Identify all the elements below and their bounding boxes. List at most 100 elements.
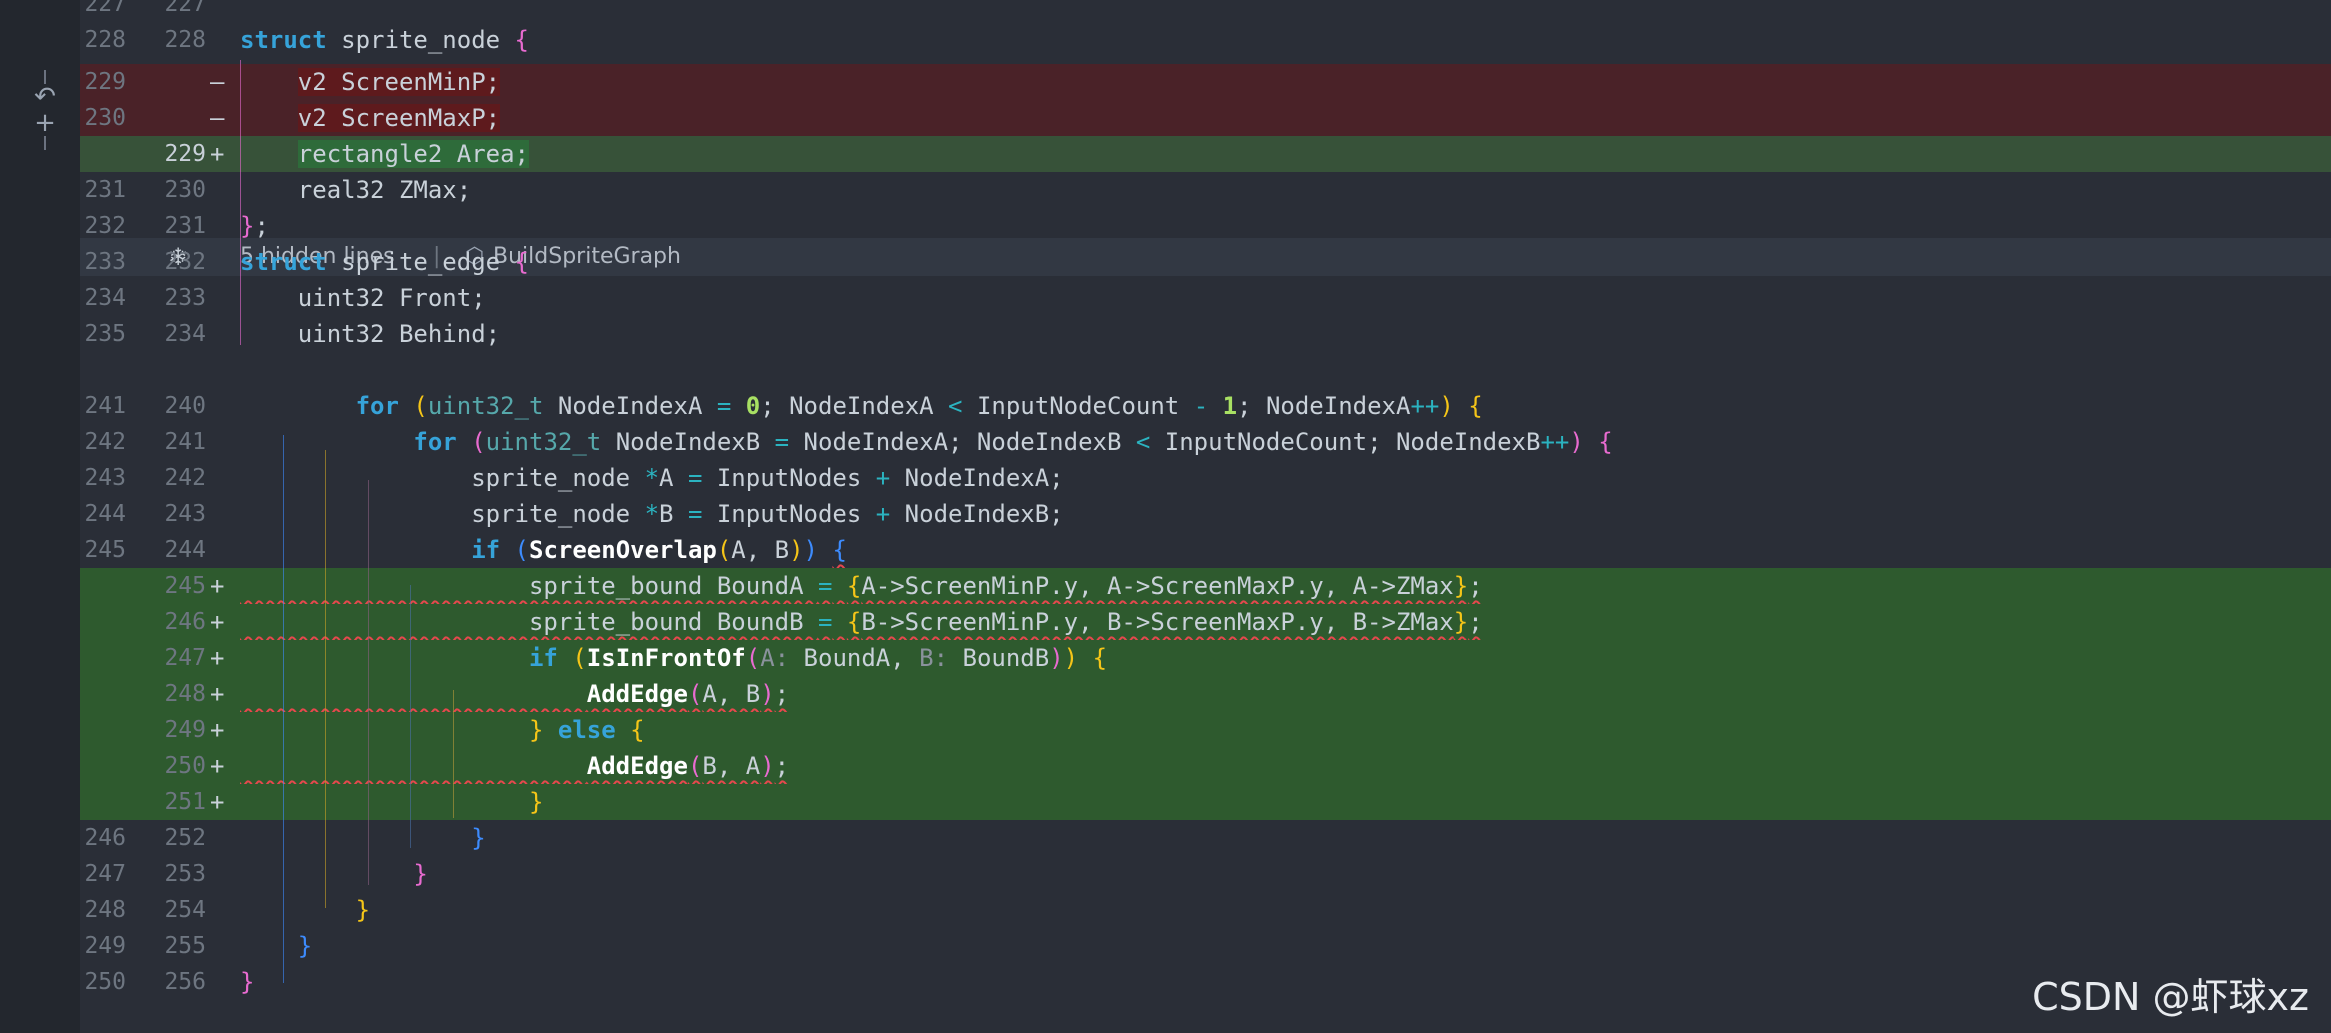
code-line[interactable]: sprite_node *B = InputNodes + NodeIndexB…	[240, 496, 1063, 532]
new-line-number: 253	[164, 861, 206, 887]
code-line[interactable]: sprite_bound BoundB = {B->ScreenMinP.y, …	[240, 604, 1483, 640]
diff-row[interactable]: 245 + sprite_bound BoundA = {A->ScreenMin…	[80, 568, 2331, 604]
code-line[interactable]: for (uint32_t NodeIndexB = NodeIndexA; N…	[240, 424, 1612, 460]
old-line-number: 247	[84, 861, 126, 887]
new-line-number: 241	[164, 429, 206, 455]
old-line-number: 229	[84, 69, 126, 95]
code-line[interactable]: sprite_node *A = InputNodes + NodeIndexA…	[240, 460, 1063, 496]
code-line[interactable]: }	[240, 856, 427, 892]
new-line-number: 247	[164, 645, 206, 671]
new-line-number: 256	[164, 969, 206, 995]
diff-row[interactable]: 242 241 for (uint32_t NodeIndexB = NodeIn…	[80, 424, 2331, 460]
diff-editor[interactable]: ❄ 5 hidden lines | ⬡ BuildSpriteGraph 22…	[80, 0, 2331, 1033]
code-line[interactable]: AddEdge(A, B);	[240, 676, 789, 712]
diff-row[interactable]: 241 240 for (uint32_t NodeIndexA = 0; Nod…	[80, 388, 2331, 424]
code-line[interactable]: }	[240, 784, 543, 820]
old-line-number	[80, 712, 126, 748]
new-line-number: 242	[164, 465, 206, 491]
diff-row[interactable]: 246 252 }	[80, 820, 2331, 856]
code-line[interactable]: real32 ZMax;	[240, 172, 471, 208]
diff-row[interactable]: 228 228 struct sprite_node {	[80, 22, 2331, 58]
code-line[interactable]: sprite_bound BoundA = {A->ScreenMinP.y, …	[240, 568, 1483, 604]
new-line-number: 252	[164, 825, 206, 851]
diff-row[interactable]: 249 + } else {	[80, 712, 2331, 748]
diff-row[interactable]: 234 233 uint32 Front;	[80, 280, 2331, 316]
diff-marker: +	[210, 140, 225, 168]
code-line[interactable]: v2 ScreenMaxP;	[240, 100, 501, 136]
diff-row[interactable]: 249 255 }	[80, 928, 2331, 964]
old-line-number: 248	[84, 897, 126, 923]
old-line-number	[80, 676, 126, 712]
indent-guide	[453, 690, 454, 818]
diff-row[interactable]: 243 242 sprite_node *A = InputNodes + Nod…	[80, 460, 2331, 496]
diff-row[interactable]: 246 + sprite_bound BoundB = {B->ScreenMin…	[80, 604, 2331, 640]
code-line[interactable]: }	[240, 928, 312, 964]
new-line-number: 232	[164, 249, 206, 275]
diff-row[interactable]: 229 + rectangle2 Area;	[80, 136, 2331, 172]
diff-row[interactable]: 247 253 }	[80, 856, 2331, 892]
old-line-number: 242	[84, 429, 126, 455]
new-line-number: 243	[164, 501, 206, 527]
code-line[interactable]: v2 ScreenMinP;	[240, 64, 501, 100]
code-line[interactable]: if (IsInFrontOf(A: BoundA, B: BoundB)) {	[240, 640, 1107, 676]
diff-row[interactable]: 233 232 struct sprite_edge {	[80, 244, 2331, 280]
new-line-number: 234	[164, 321, 206, 347]
diff-row[interactable]: 247 + if (IsInFrontOf(A: BoundA, B: Bound…	[80, 640, 2331, 676]
code-line[interactable]: }	[240, 964, 254, 1000]
new-line-number: 250	[164, 753, 206, 779]
old-line-number: 231	[84, 177, 126, 203]
expand-icon[interactable]: +	[30, 110, 60, 136]
code-line[interactable]: if (ScreenOverlap(A, B)) {	[240, 532, 847, 568]
diff-row[interactable]: 244 243 sprite_node *B = InputNodes + Nod…	[80, 496, 2331, 532]
new-line-number: 246	[164, 609, 206, 635]
old-line-number	[80, 568, 126, 604]
old-line-number	[80, 748, 126, 784]
diff-row[interactable]: 231 230 real32 ZMax;	[80, 172, 2331, 208]
code-line[interactable]: struct sprite_node {	[240, 22, 529, 58]
diff-row[interactable]: 235 234 uint32 Behind;	[80, 316, 2331, 352]
code-line[interactable]: } else {	[240, 712, 645, 748]
old-line-number: 249	[84, 933, 126, 959]
old-line-number: 241	[84, 393, 126, 419]
old-line-number: 243	[84, 465, 126, 491]
diff-marker: +	[210, 788, 225, 816]
old-line-number	[80, 136, 126, 172]
code-line[interactable]: for (uint32_t NodeIndexA = 0; NodeIndexA…	[240, 388, 1483, 424]
diff-row[interactable]: 245 244 if (ScreenOverlap(A, B)) {	[80, 532, 2331, 568]
code-line[interactable]: };	[240, 208, 269, 244]
code-line[interactable]: uint32 Behind;	[240, 316, 500, 352]
code-line[interactable]: }	[240, 820, 485, 856]
diff-row[interactable]: 232 231};	[80, 208, 2331, 244]
diff-marker: +	[210, 680, 225, 708]
indent-guide	[240, 60, 241, 345]
new-line-number: 245	[164, 573, 206, 599]
diff-row[interactable]: 251 + }	[80, 784, 2331, 820]
diff-row[interactable]: 250 256}	[80, 964, 2331, 1000]
diff-row[interactable]: 229 — v2 ScreenMinP;	[80, 64, 2331, 100]
old-line-number: 244	[84, 501, 126, 527]
new-line-number: 251	[164, 789, 206, 815]
new-line-number: 255	[164, 933, 206, 959]
old-line-number	[80, 640, 126, 676]
code-line[interactable]: uint32 Front;	[240, 280, 486, 316]
revert-hunk-icon[interactable]: ↶	[30, 84, 60, 110]
diff-marker: +	[210, 644, 225, 672]
diff-row[interactable]: 248 254 }	[80, 892, 2331, 928]
diff-row[interactable]: 248 + AddEdge(A, B);	[80, 676, 2331, 712]
code-line[interactable]: AddEdge(B, A);	[240, 748, 789, 784]
diff-row[interactable]: 250 + AddEdge(B, A);	[80, 748, 2331, 784]
indent-guide	[283, 435, 284, 983]
old-line-number	[80, 604, 126, 640]
old-line-number: 235	[84, 321, 126, 347]
new-line-number: 240	[164, 393, 206, 419]
diff-marker: —	[210, 68, 225, 96]
new-line-number: 228	[164, 27, 206, 53]
code-line[interactable]: }	[240, 892, 370, 928]
new-line-number: 254	[164, 897, 206, 923]
code-line[interactable]: rectangle2 Area;	[240, 136, 529, 172]
diff-row[interactable]: 227 227	[80, 0, 2331, 22]
code-line[interactable]: struct sprite_edge {	[240, 244, 529, 280]
diff-marker: +	[210, 716, 225, 744]
indent-guide	[325, 450, 326, 908]
diff-row[interactable]: 230 — v2 ScreenMaxP;	[80, 100, 2331, 136]
